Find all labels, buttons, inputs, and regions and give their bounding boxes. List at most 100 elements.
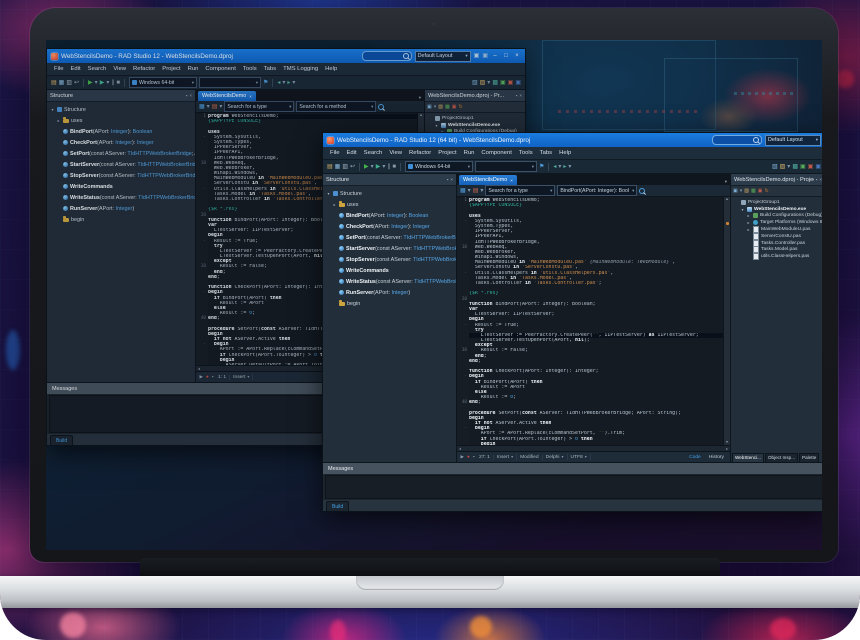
back-search-method-combo[interactable]: Search for a method▾ — [296, 101, 376, 112]
expand-icon[interactable]: ▸ — [56, 118, 61, 123]
front-config-combo[interactable]: ▾ — [475, 161, 537, 172]
front-new-items-icon[interactable]: ▤ — [327, 164, 333, 170]
pin-icon[interactable]: ▪ — [816, 177, 818, 182]
front-code-lines[interactable]: 1program WebStencilsDemo;{$APPTYPE CONSO… — [457, 197, 724, 445]
front-menu-help[interactable]: Help — [559, 150, 571, 156]
front-run-debug-icon[interactable]: ▶ — [376, 164, 381, 170]
front-uses-dropdown-icon[interactable]: ▾ — [480, 188, 483, 194]
front-structure-tree-item[interactable]: WriteCommands — [323, 265, 456, 276]
front-projects-tree-item[interactable]: ServerConstU.pas — [731, 233, 822, 240]
back-undo-icon[interactable]: ↩ — [74, 80, 79, 86]
front-menu-component[interactable]: Component — [481, 150, 511, 156]
front-menu-edit[interactable]: Edit — [347, 150, 357, 156]
front-menu-tools[interactable]: Tools — [519, 150, 533, 156]
back-projects-tree-item[interactable]: ▾WebStencilsDemo.exe — [425, 122, 525, 129]
activate-project-icon[interactable]: ▣ — [733, 189, 738, 194]
back-maximize-button[interactable]: □ — [502, 53, 510, 59]
front-module-dropdown-icon[interactable]: ▾ — [468, 188, 471, 194]
back-desktop-set-icon[interactable]: ▣ — [482, 53, 488, 59]
front-projects-tree-item[interactable]: ProjectGroup1 — [731, 199, 822, 206]
back-module-dropdown-icon[interactable]: ▾ — [207, 104, 210, 110]
front-dock-tab-0[interactable]: WebStenci... — [732, 453, 764, 463]
back-run-debug-icon[interactable]: ▶ — [100, 80, 105, 86]
editor-view-tab-code[interactable]: Code — [685, 455, 705, 460]
back-nav-forward-dropdown-icon[interactable]: ▾ — [292, 80, 295, 86]
back-save-icon[interactable]: ▥ — [66, 80, 72, 86]
back-menu-edit[interactable]: Edit — [71, 66, 81, 72]
back-structure-tree-item[interactable]: BindPort(APort: Integer): Boolean — [47, 126, 195, 137]
front-dock-tab-2[interactable]: Palette — [799, 453, 819, 463]
close-icon[interactable]: × — [510, 178, 513, 183]
front-pause-icon[interactable]: ∥ — [387, 164, 390, 170]
front-structure-tree-item[interactable]: begin — [323, 298, 456, 309]
back-layout-combo[interactable]: Default Layout▾ — [415, 51, 471, 62]
front-nav-back-icon[interactable]: ◂ — [553, 164, 556, 170]
back-menu-view[interactable]: View — [113, 66, 126, 72]
front-build-icon[interactable]: ▣ — [808, 164, 814, 170]
back-minimize-button[interactable]: – — [491, 53, 499, 59]
front-menu-view[interactable]: View — [389, 150, 402, 156]
back-structure-tree-item[interactable]: StopServer(const AServer: TIdHTTPWebBrok… — [47, 170, 195, 181]
front-structure-tree-item[interactable]: ▸uses — [323, 199, 456, 210]
back-menu-project[interactable]: Project — [162, 66, 180, 72]
search-icon[interactable] — [639, 188, 645, 194]
activate-project-icon[interactable]: ▣ — [427, 105, 432, 110]
front-structure-tree-item[interactable]: StartServer(const AServer: TIdHTTPWebBro… — [323, 243, 456, 254]
back-structure-tree-item[interactable]: ▸uses — [47, 115, 195, 126]
back-menu-tms-logging[interactable]: TMS Logging — [283, 66, 318, 72]
back-nav-back-dropdown-icon[interactable]: ▾ — [282, 80, 285, 86]
front-editor-vscrollbar[interactable]: ▴▾ — [723, 197, 730, 445]
front-open-project-icon[interactable]: ▨ — [780, 164, 786, 170]
scroll-up-icon[interactable]: ▴ — [420, 113, 422, 118]
front-nav-back-dropdown-icon[interactable]: ▾ — [558, 164, 561, 170]
code-line[interactable]: begin — [457, 442, 724, 445]
back-run-icon[interactable]: ▶ — [88, 80, 93, 86]
back-menu-run[interactable]: Run — [188, 66, 199, 72]
remove-icon[interactable]: ▣ — [452, 105, 457, 110]
front-layout-combo[interactable]: Default Layout▾ — [765, 135, 821, 146]
back-run-dropdown-icon[interactable]: ▾ — [95, 80, 98, 86]
back-menu-tools[interactable]: Tools — [243, 66, 257, 72]
front-structure-tree-item[interactable]: RunServer(APort: Integer) — [323, 287, 456, 298]
front-deploy-icon[interactable]: ▩ — [792, 164, 798, 170]
modified-flag[interactable]: Modified — [517, 455, 543, 460]
close-icon[interactable]: × — [249, 94, 252, 99]
front-menu-search[interactable]: Search — [364, 150, 383, 156]
back-editor-tab-webstencilsdemo[interactable]: WebStencilsDemo× — [198, 91, 256, 101]
front-search-type-combo[interactable]: Search for a type▾ — [485, 185, 555, 196]
back-uses-dropdown-icon[interactable]: ▾ — [219, 104, 222, 110]
back-close-button[interactable]: × — [513, 53, 521, 59]
back-structure-tree-item[interactable]: SetPort(const AServer: TIdHTTPWebBrokerB… — [47, 148, 195, 159]
front-projects-tree-item[interactable]: ▸MainWebModuleU.pas — [731, 226, 822, 233]
back-module-view-icon[interactable]: ▦ — [199, 104, 205, 110]
expand-icon[interactable]: ▾ — [326, 191, 331, 196]
front-structure-tree-item[interactable]: WriteStatus(const AServer: TIdHTTPWebBro… — [323, 276, 456, 287]
back-compile-icon[interactable]: ▣ — [500, 80, 506, 86]
language-selector[interactable]: Delphi▾ — [543, 454, 568, 460]
back-messages-tab-build[interactable]: Build — [50, 435, 73, 445]
front-messages-tab-build[interactable]: Build — [326, 501, 349, 511]
expand-icon[interactable]: ▸ — [746, 227, 751, 232]
build-project-icon[interactable]: ▩ — [751, 189, 756, 194]
back-open-project-icon[interactable]: ▨ — [480, 80, 486, 86]
back-structure-tree-item[interactable]: StartServer(const AServer: TIdHTTPWebBro… — [47, 159, 195, 170]
encoding-selector[interactable]: UTF8▾ — [568, 454, 591, 460]
insert-mode[interactable]: Insert▾ — [494, 454, 517, 460]
editor-view-tab-history[interactable]: History — [705, 455, 728, 460]
new-project-icon[interactable]: ▨ — [744, 189, 749, 194]
front-run-dropdown-icon[interactable]: ▾ — [371, 164, 374, 170]
front-menu-file[interactable]: File — [330, 150, 340, 156]
front-projects-tree-item[interactable]: Tasks.Model.pas — [731, 247, 822, 254]
back-flag-icon[interactable]: ⚑ — [263, 80, 268, 86]
back-structure-tree-item[interactable]: begin — [47, 214, 195, 225]
front-projects-tree-item[interactable]: ▸Build Configurations (Debug) — [731, 213, 822, 220]
front-structure-tree-item[interactable]: StopServer(const AServer: TIdHTTPWebBrok… — [323, 254, 456, 265]
front-structure-tree-item[interactable]: ▾Structure — [323, 188, 456, 199]
front-menu-tabs[interactable]: Tabs — [540, 150, 552, 156]
front-menu-project[interactable]: Project — [438, 150, 456, 156]
front-module-view-icon[interactable]: ▦ — [460, 188, 466, 194]
back-build-icon[interactable]: ▣ — [508, 80, 514, 86]
back-structure-tree-item[interactable]: WriteCommands — [47, 181, 195, 192]
back-menu-refactor[interactable]: Refactor — [133, 66, 155, 72]
front-open-file-icon[interactable]: ▦ — [335, 164, 341, 170]
